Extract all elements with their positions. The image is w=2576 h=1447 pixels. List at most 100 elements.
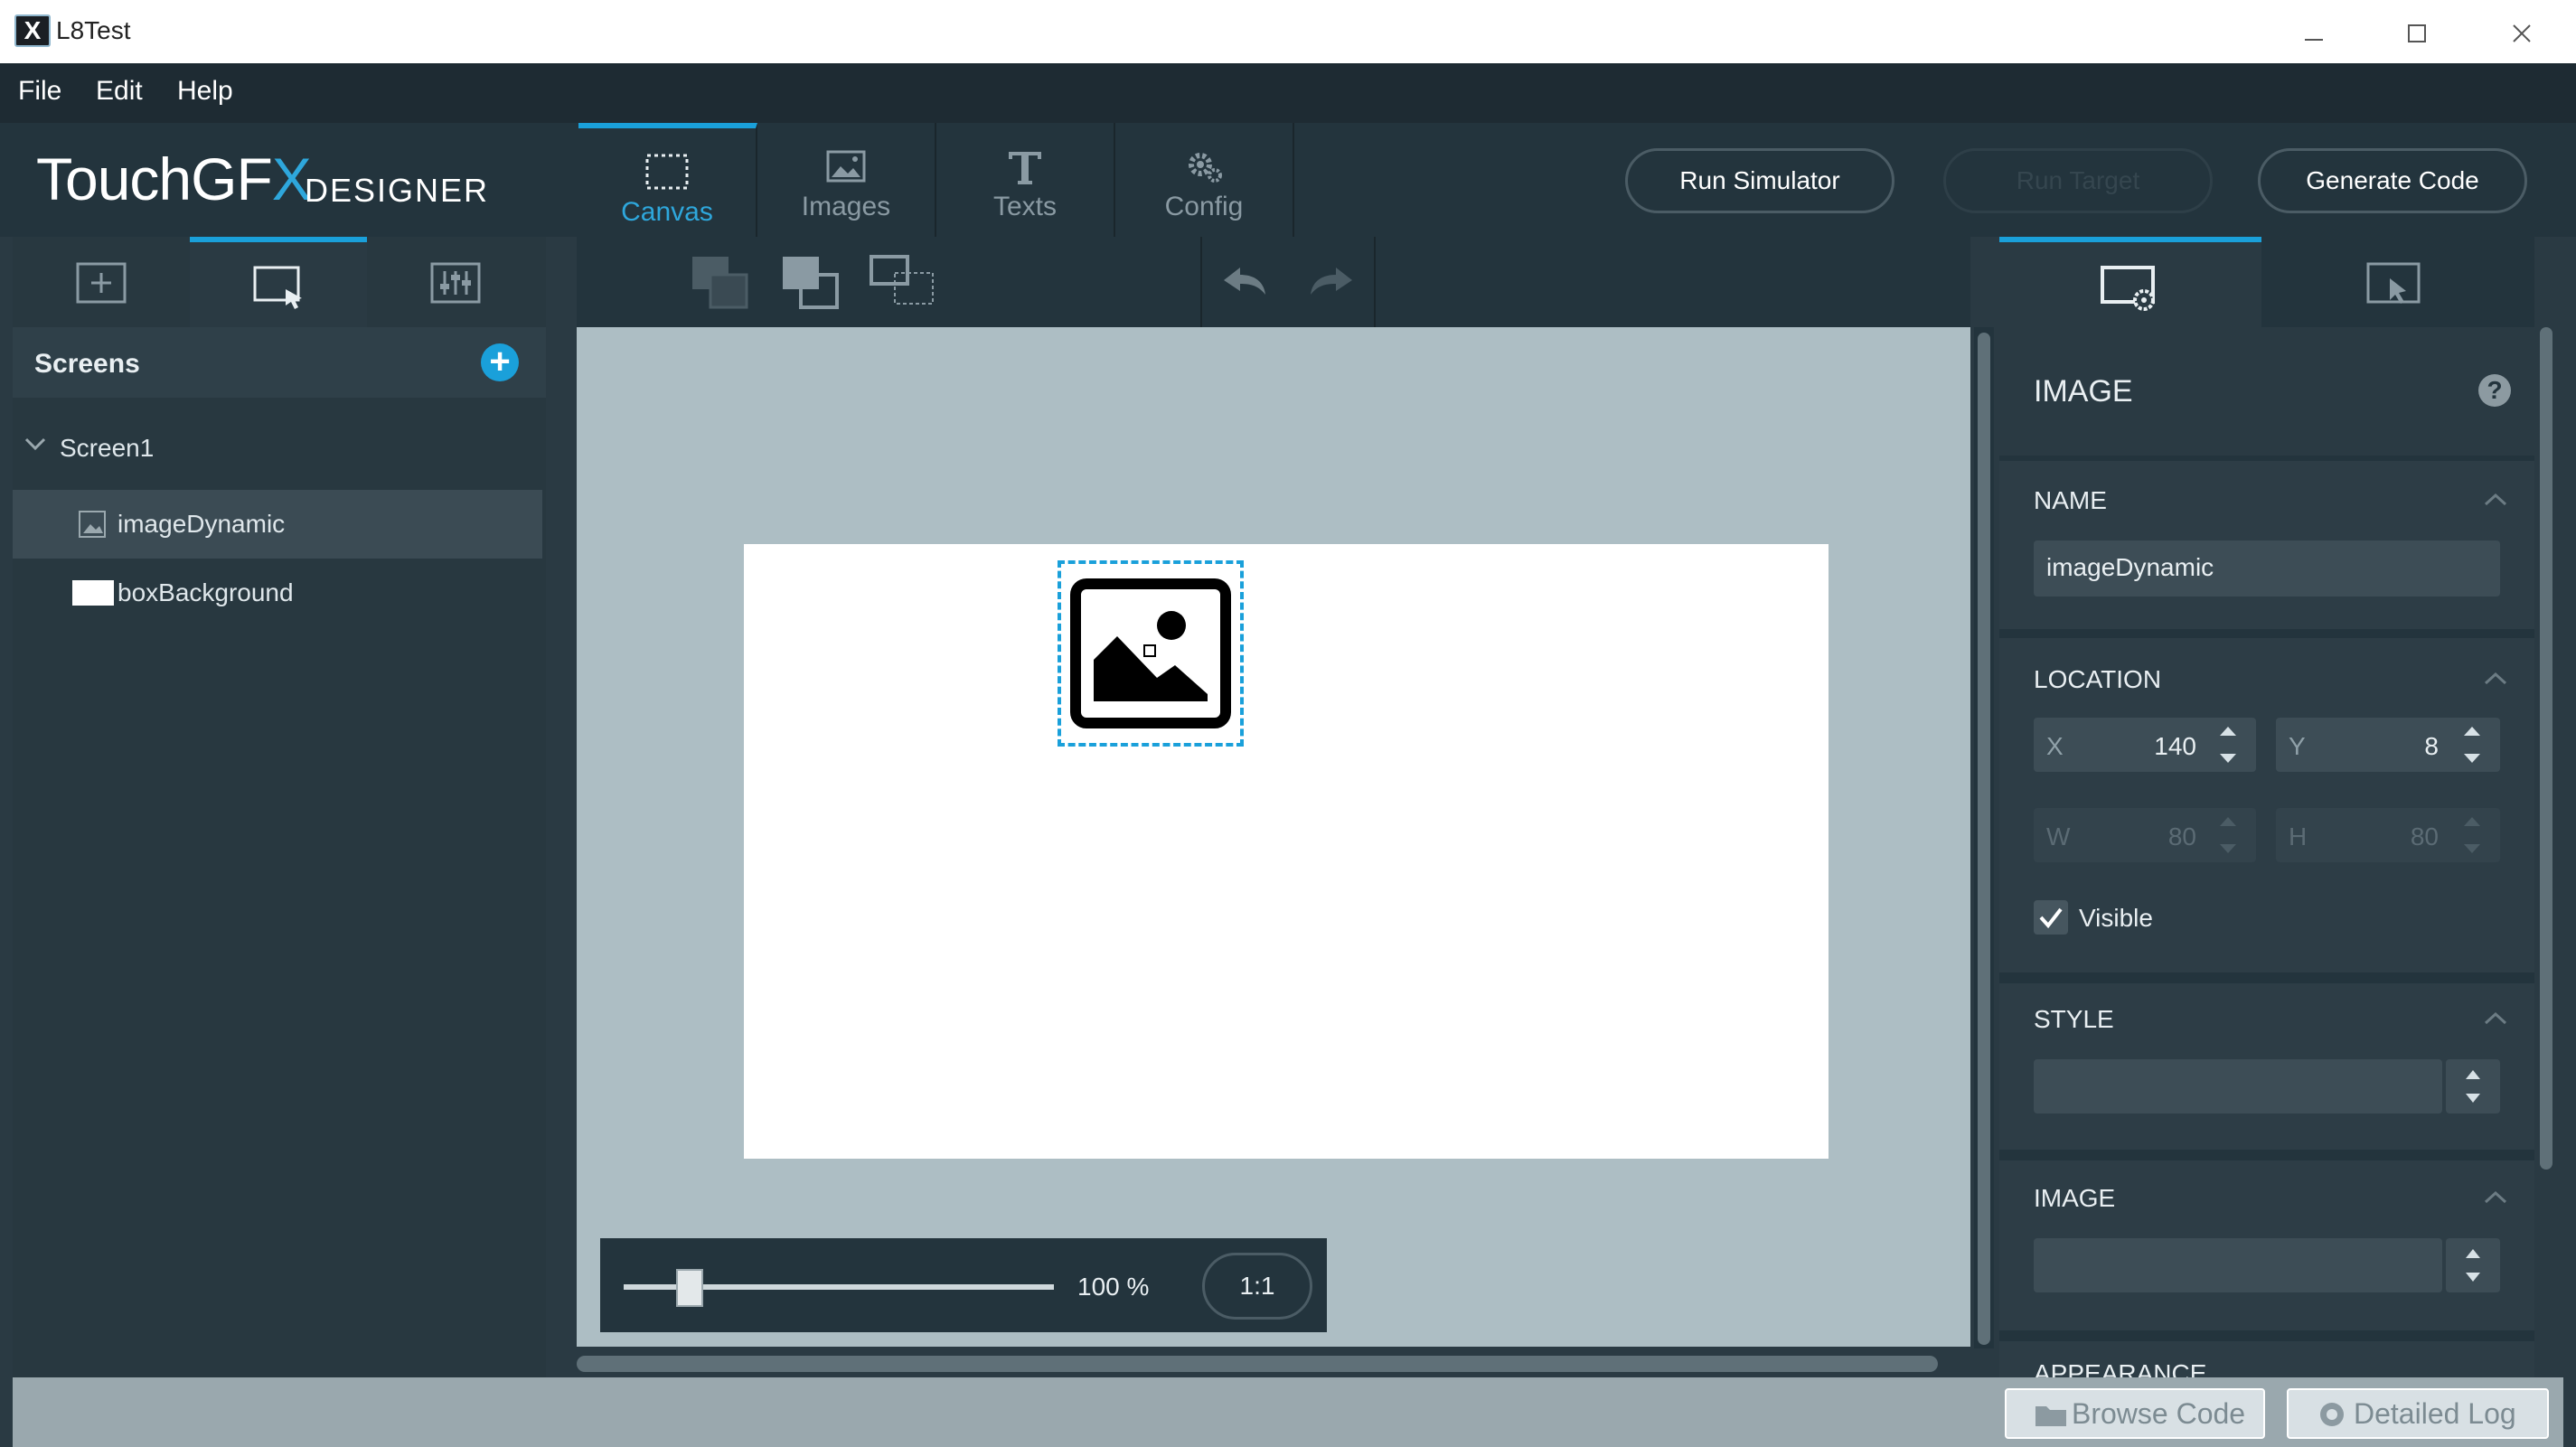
maximize-button[interactable] [2372, 7, 2462, 58]
location-section-title: LOCATION [2034, 665, 2162, 693]
zoom-value: 100 % [1077, 1273, 1150, 1301]
tab-properties[interactable] [1999, 237, 2261, 327]
properties-icon [2101, 266, 2155, 311]
collapse-icon[interactable] [2482, 1009, 2509, 1027]
interactions-icon [430, 262, 481, 304]
tab-texts[interactable]: Texts [936, 123, 1115, 237]
toolbar-divider [1200, 237, 1202, 327]
image-thumb-icon [79, 511, 106, 538]
menu-edit[interactable]: Edit [96, 76, 143, 107]
name-field[interactable]: imageDynamic [2034, 540, 2500, 597]
browse-code-button[interactable]: Browse Code [2005, 1388, 2265, 1439]
canvas-vertical-scroll-thumb[interactable] [1978, 333, 1990, 1345]
collapse-icon[interactable] [2482, 669, 2509, 687]
w-stepper-icon [2220, 817, 2236, 853]
canvas-horizontal-scroll-thumb[interactable] [577, 1356, 1938, 1372]
tab-canvas[interactable]: Canvas [578, 123, 757, 237]
collapse-icon[interactable] [2482, 1188, 2509, 1206]
tab-screens-tree[interactable] [190, 237, 367, 327]
tab-canvas-label: Canvas [621, 197, 713, 227]
menu-help[interactable]: Help [177, 76, 233, 107]
close-icon [2513, 24, 2531, 42]
box-swatch-icon [72, 580, 114, 606]
folder-icon [2035, 1406, 2066, 1426]
tab-add-widget[interactable] [13, 237, 190, 327]
image-select[interactable] [2034, 1238, 2442, 1292]
appearance-section-title: APPEARANCE [2034, 1359, 2207, 1377]
maximize-icon [2408, 24, 2426, 42]
y-field[interactable]: Y 8 [2276, 718, 2500, 772]
add-widget-icon [76, 262, 127, 304]
screen-canvas[interactable] [744, 544, 1829, 1159]
style-select-toggle[interactable] [2446, 1059, 2500, 1113]
tree-item-screen[interactable]: Screen1 [13, 416, 546, 481]
menu-bar [0, 65, 2576, 123]
y-stepper-icon[interactable] [2458, 723, 2486, 766]
add-screen-button[interactable]: + [481, 343, 519, 381]
image-select-toggle[interactable] [2446, 1238, 2500, 1292]
x-value: 140 [2154, 732, 2196, 760]
run-target-button[interactable]: Run Target [1943, 148, 2213, 213]
dropdown-arrows-icon [2466, 1070, 2480, 1103]
x-field[interactable]: X 140 [2034, 718, 2256, 772]
style-section-title: STYLE [2034, 1005, 2114, 1033]
dropdown-arrows-icon [2466, 1249, 2480, 1282]
bring-front-icon[interactable] [779, 253, 844, 313]
group-icon[interactable] [868, 253, 940, 313]
collapse-icon[interactable] [2482, 490, 2509, 508]
send-back-icon[interactable] [689, 253, 754, 313]
zoom-reset-button[interactable]: 1:1 [1202, 1253, 1312, 1320]
visible-checkbox[interactable] [2034, 900, 2068, 935]
tab-config-label: Config [1164, 192, 1244, 221]
generate-code-button[interactable]: Generate Code [2258, 148, 2527, 213]
title-bar [0, 0, 2576, 65]
menu-file[interactable]: File [18, 76, 61, 107]
logo-subtitle: DESIGNER [305, 172, 490, 209]
search-icon [2320, 1403, 2344, 1426]
selection-outline [1058, 560, 1244, 747]
window-title: L8Test [56, 16, 131, 44]
toolbar-divider [1374, 237, 1376, 327]
close-button[interactable] [2477, 7, 2567, 58]
tree-item-box-background[interactable]: boxBackground [13, 559, 542, 627]
zoom-slider-thumb[interactable] [675, 1269, 703, 1307]
tab-interactions-view[interactable] [2263, 237, 2525, 327]
tab-config[interactable]: Config [1115, 123, 1294, 237]
texts-icon [1009, 152, 1041, 184]
canvas-icon [645, 154, 689, 190]
screens-tree-icon [253, 266, 302, 309]
h-stepper-icon [2464, 817, 2480, 853]
tab-interactions[interactable] [367, 237, 544, 327]
help-icon[interactable]: ? [2478, 374, 2511, 407]
minimize-button[interactable] [2269, 7, 2359, 58]
detailed-log-button[interactable]: Detailed Log [2287, 1388, 2549, 1439]
tab-images[interactable]: Images [757, 123, 936, 237]
image-section-title: IMAGE [2034, 1184, 2116, 1212]
properties-title: IMAGE [2034, 374, 2133, 409]
x-stepper-icon[interactable] [2214, 723, 2242, 766]
detailed-log-label: Detailed Log [2354, 1397, 2516, 1430]
style-select[interactable] [2034, 1059, 2442, 1113]
chevron-down-icon [24, 437, 46, 451]
app-icon: X [14, 14, 51, 47]
w-label: W [2046, 822, 2071, 850]
screens-title: Screens [34, 349, 140, 379]
h-label: H [2289, 822, 2308, 850]
h-field: H 80 [2276, 808, 2500, 862]
touchgfx-logo: TouchGFX [36, 146, 312, 212]
tab-texts-label: Texts [992, 192, 1058, 221]
properties-scroll-thumb[interactable] [2540, 327, 2552, 1170]
tab-images-label: Images [801, 192, 891, 221]
browse-code-label: Browse Code [2072, 1397, 2246, 1430]
undo-icon[interactable] [1220, 262, 1269, 302]
config-icon [1189, 153, 1222, 183]
visible-label: Visible [2079, 904, 2153, 932]
tree-item-image-dynamic[interactable]: imageDynamic [13, 490, 542, 559]
redo-icon[interactable] [1307, 262, 1356, 302]
widget-label: boxBackground [118, 578, 294, 606]
images-icon [826, 150, 866, 183]
run-simulator-button[interactable]: Run Simulator [1625, 148, 1894, 213]
w-value: 80 [2167, 822, 2196, 850]
y-value: 8 [2424, 732, 2439, 760]
widget-label: imageDynamic [118, 510, 286, 538]
